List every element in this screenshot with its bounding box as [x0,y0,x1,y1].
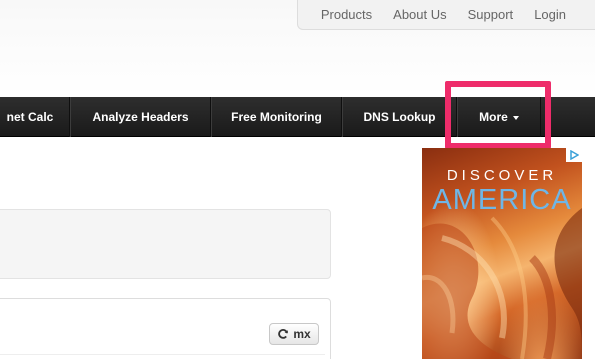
nav-subnet-calc[interactable]: net Calc [0,97,70,137]
nav-analyze-headers[interactable]: Analyze Headers [70,97,211,137]
mx-button-label: mx [293,327,311,341]
nav-more-dropdown[interactable]: More [457,97,541,137]
caret-down-icon [512,115,519,120]
link-support[interactable]: Support [468,7,514,22]
nav-subnet-calc-label: net Calc [6,110,54,124]
mx-lookup-button[interactable]: mx [269,323,319,345]
results-panel-divider [0,354,325,355]
link-about-us[interactable]: About Us [393,7,446,22]
nav-more-label: More [479,110,508,124]
content-well [0,209,331,279]
link-products[interactable]: Products [321,7,372,22]
ad-headline-discover: DISCOVER [446,167,558,184]
advertisement-banner[interactable]: DISCOVER AMERICA [422,148,582,359]
link-login[interactable]: Login [534,7,566,22]
nav-analyze-headers-label: Analyze Headers [92,110,189,124]
main-navbar: net Calc Analyze Headers Free Monitoring… [0,97,595,137]
nav-free-monitoring-label: Free Monitoring [231,110,322,124]
top-links-bar: Products About Us Support Login [297,0,595,30]
nav-free-monitoring[interactable]: Free Monitoring [211,97,342,137]
ad-headline-america: AMERICA [432,184,572,216]
nav-dns-lookup[interactable]: DNS Lookup [342,97,457,137]
nav-dns-lookup-label: DNS Lookup [363,110,436,124]
adchoices-icon[interactable] [566,148,582,162]
refresh-icon [277,328,289,340]
